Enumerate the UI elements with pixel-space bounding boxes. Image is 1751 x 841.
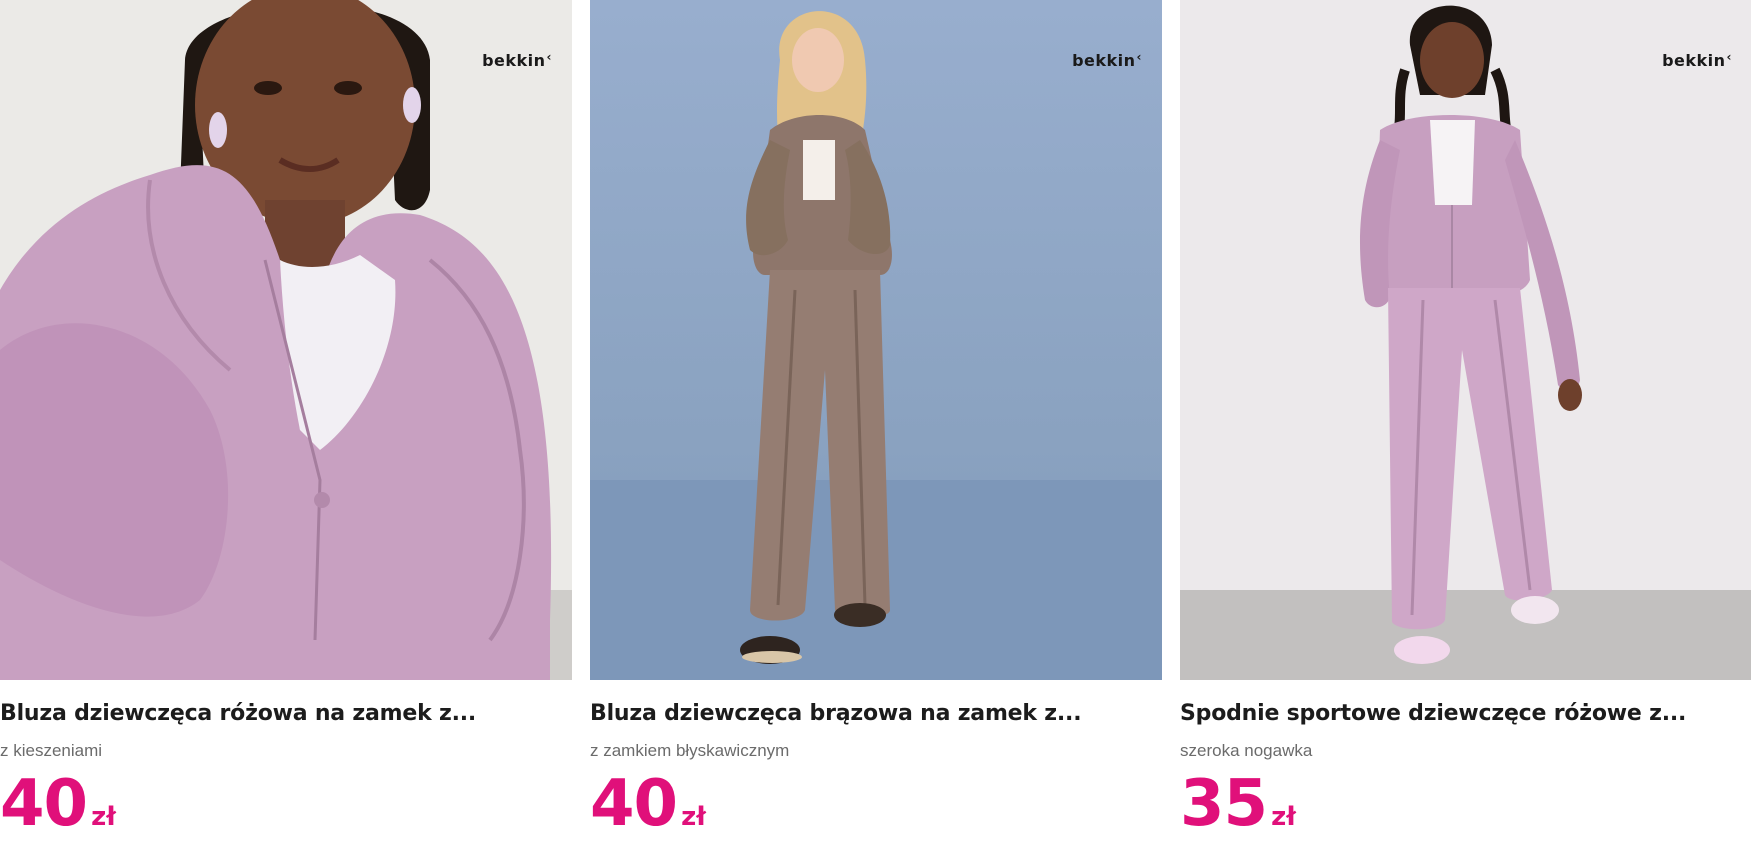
product-price: 40 zł (590, 770, 706, 838)
price-currency: zł (681, 802, 706, 832)
brand-logo: bekkin‹ (482, 50, 552, 70)
price-currency: zł (91, 802, 116, 832)
product-image-2[interactable]: bekkin‹ (590, 0, 1162, 680)
brand-logo: bekkin‹ (1662, 50, 1732, 70)
brand-logo: bekkin‹ (1072, 50, 1142, 70)
product-subtitle: szeroka nogawka (1180, 741, 1313, 760)
product-card-1[interactable]: bekkin‹ Bluza dziewczęca różowa na zamek… (0, 0, 572, 838)
product-grid: bekkin‹ Bluza dziewczęca różowa na zamek… (0, 0, 1751, 838)
product-card-3[interactable]: bekkin‹ Spodnie sportowe dziewczęce różo… (1180, 0, 1751, 838)
product-title[interactable]: Bluza dziewczęca różowa na zamek z... (0, 701, 572, 726)
product-title[interactable]: Spodnie sportowe dziewczęce różowe z... (1180, 701, 1751, 726)
product-subtitle: z zamkiem błyskawicznym (590, 741, 790, 760)
product-card-2[interactable]: bekkin‹ Bluza dziewczęca brązowa na zame… (590, 0, 1162, 838)
price-amount: 35 (1180, 767, 1268, 841)
product-title[interactable]: Bluza dziewczęca brązowa na zamek z... (590, 701, 1162, 726)
product-subtitle: z kieszeniami (0, 741, 103, 760)
product-image-3[interactable]: bekkin‹ (1180, 0, 1751, 680)
price-amount: 40 (0, 767, 88, 841)
product-price: 35 zł (1180, 770, 1296, 838)
product-image-1[interactable]: bekkin‹ (0, 0, 572, 680)
product-price: 40 zł (0, 770, 116, 838)
price-amount: 40 (590, 767, 678, 841)
price-currency: zł (1271, 802, 1296, 832)
